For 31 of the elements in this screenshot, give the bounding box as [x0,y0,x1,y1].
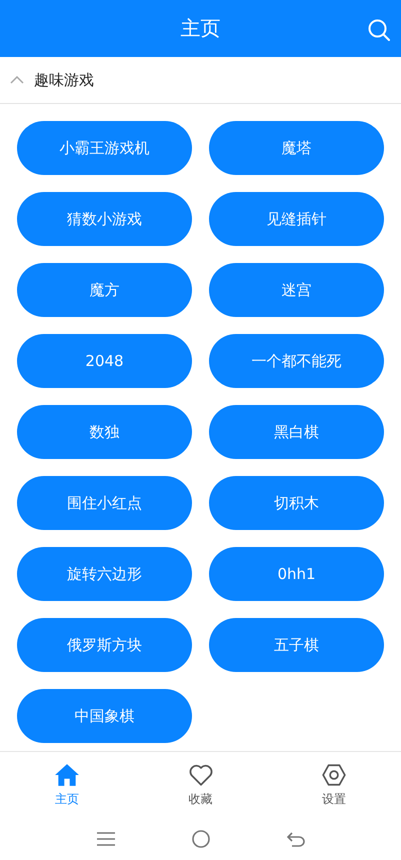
game-button[interactable]: 围住小红点 [17,476,192,530]
game-button[interactable]: 猜数小游戏 [17,192,192,246]
game-button[interactable]: 魔塔 [209,121,384,175]
game-button[interactable]: 中国象棋 [17,689,192,743]
game-button[interactable]: 数独 [17,405,192,459]
game-button[interactable]: 黑白棋 [209,405,384,459]
chevron-icon[interactable] [10,76,24,84]
game-button[interactable]: 旋转六边形 [17,547,192,601]
game-button[interactable]: 2048 [17,334,192,388]
game-button[interactable]: 魔方 [17,263,192,317]
menu-icon[interactable] [96,831,116,847]
page-title: 主页 [180,15,220,42]
tab[interactable]: 设置 [267,752,401,818]
settings-icon [321,762,348,788]
home-icon [54,762,80,788]
home-button-icon[interactable] [190,829,210,849]
game-button[interactable]: 见缝插针 [209,192,384,246]
tab[interactable]: 主页 [0,752,134,818]
game-button[interactable]: 五子棋 [209,618,384,672]
back-icon[interactable] [286,831,306,847]
section-header[interactable]: 趣味游戏 [0,57,401,104]
game-button[interactable]: 俄罗斯方块 [17,618,192,672]
heart-icon [188,762,214,788]
game-button[interactable]: 0hh1 [209,547,384,601]
game-button[interactable]: 一个都不能死 [209,334,384,388]
game-button[interactable]: 迷宫 [209,263,384,317]
search-icon[interactable] [367,18,391,42]
game-button[interactable]: 切积木 [209,476,384,530]
section-title: 趣味游戏 [34,70,94,90]
tab[interactable]: 收藏 [134,752,268,818]
game-button[interactable]: 小霸王游戏机 [17,121,192,175]
